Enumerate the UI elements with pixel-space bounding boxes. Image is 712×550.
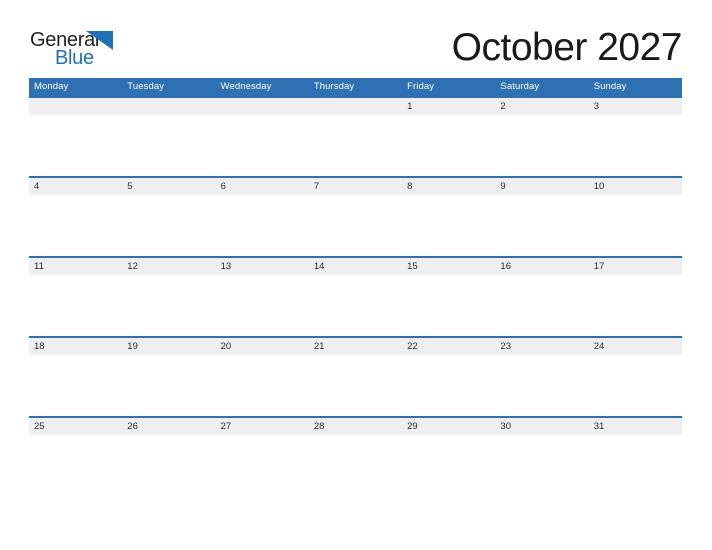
day-cell[interactable]: 7 <box>309 178 402 195</box>
week-notes-area[interactable] <box>29 195 682 256</box>
day-cell[interactable]: 18 <box>29 338 122 355</box>
day-cell[interactable]: 29 <box>402 418 495 435</box>
week-date-band: 25 26 27 28 29 30 31 <box>29 416 682 435</box>
day-cell[interactable]: 19 <box>122 338 215 355</box>
general-blue-logo[interactable]: General Blue <box>30 30 150 72</box>
day-cell[interactable]: 30 <box>495 418 588 435</box>
week-notes-area[interactable] <box>29 275 682 336</box>
week-date-band: 18 19 20 21 22 23 24 <box>29 336 682 355</box>
day-cell[interactable]: 28 <box>309 418 402 435</box>
weekday-header-wednesday: Wednesday <box>220 81 272 92</box>
day-cell[interactable]: 27 <box>216 418 309 435</box>
day-cell[interactable]: 5 <box>122 178 215 195</box>
day-cell[interactable]: 4 <box>29 178 122 195</box>
day-cell[interactable]: 15 <box>402 258 495 275</box>
day-cell[interactable]: 2 <box>495 98 588 115</box>
day-cell[interactable]: 17 <box>589 258 682 275</box>
day-cell[interactable]: 24 <box>589 338 682 355</box>
day-cell[interactable]: 14 <box>309 258 402 275</box>
day-cell[interactable]: 31 <box>589 418 682 435</box>
day-cell[interactable] <box>309 98 402 115</box>
logo-word-blue: Blue <box>55 47 94 69</box>
calendar-page: General Blue October 2027 Monday Tuesday… <box>0 0 712 550</box>
day-cell[interactable]: 1 <box>402 98 495 115</box>
day-cell[interactable]: 25 <box>29 418 122 435</box>
day-cell[interactable]: 20 <box>216 338 309 355</box>
day-cell[interactable]: 21 <box>309 338 402 355</box>
weekday-header-row: Monday Tuesday Wednesday Thursday Friday… <box>29 78 682 96</box>
day-cell[interactable]: 8 <box>402 178 495 195</box>
week-row: 18 19 20 21 22 23 24 <box>29 336 682 416</box>
page-title: October 2027 <box>451 26 683 69</box>
day-cell[interactable]: 16 <box>495 258 588 275</box>
day-cell[interactable]: 12 <box>122 258 215 275</box>
day-cell[interactable] <box>122 98 215 115</box>
weekday-header-friday: Friday <box>407 81 435 92</box>
week-notes-area[interactable] <box>29 115 682 176</box>
day-cell[interactable]: 13 <box>216 258 309 275</box>
day-cell[interactable]: 10 <box>589 178 682 195</box>
day-cell[interactable]: 9 <box>495 178 588 195</box>
day-cell[interactable]: 26 <box>122 418 215 435</box>
day-cell[interactable]: 11 <box>29 258 122 275</box>
calendar-grid: Monday Tuesday Wednesday Thursday Friday… <box>29 78 682 496</box>
week-notes-area[interactable] <box>29 355 682 416</box>
day-cell[interactable] <box>216 98 309 115</box>
weekday-header-saturday: Saturday <box>500 81 540 92</box>
week-row: 1 2 3 <box>29 96 682 176</box>
page-header: General Blue October 2027 <box>0 0 712 78</box>
day-cell[interactable]: 6 <box>216 178 309 195</box>
week-row: 25 26 27 28 29 30 31 <box>29 416 682 496</box>
weekday-header-sunday: Sunday <box>593 81 627 92</box>
week-date-band: 4 5 6 7 8 9 10 <box>29 176 682 195</box>
week-date-band: 1 2 3 <box>29 96 682 115</box>
day-cell[interactable] <box>29 98 122 115</box>
weekday-header-tuesday: Tuesday <box>127 81 165 92</box>
week-row: 4 5 6 7 8 9 10 <box>29 176 682 256</box>
week-row: 11 12 13 14 15 16 17 <box>29 256 682 336</box>
week-date-band: 11 12 13 14 15 16 17 <box>29 256 682 275</box>
weekday-header-monday: Monday <box>34 81 69 92</box>
day-cell[interactable]: 23 <box>495 338 588 355</box>
week-notes-area[interactable] <box>29 435 682 496</box>
day-cell[interactable]: 3 <box>589 98 682 115</box>
day-cell[interactable]: 22 <box>402 338 495 355</box>
weekday-header-thursday: Thursday <box>313 81 355 92</box>
